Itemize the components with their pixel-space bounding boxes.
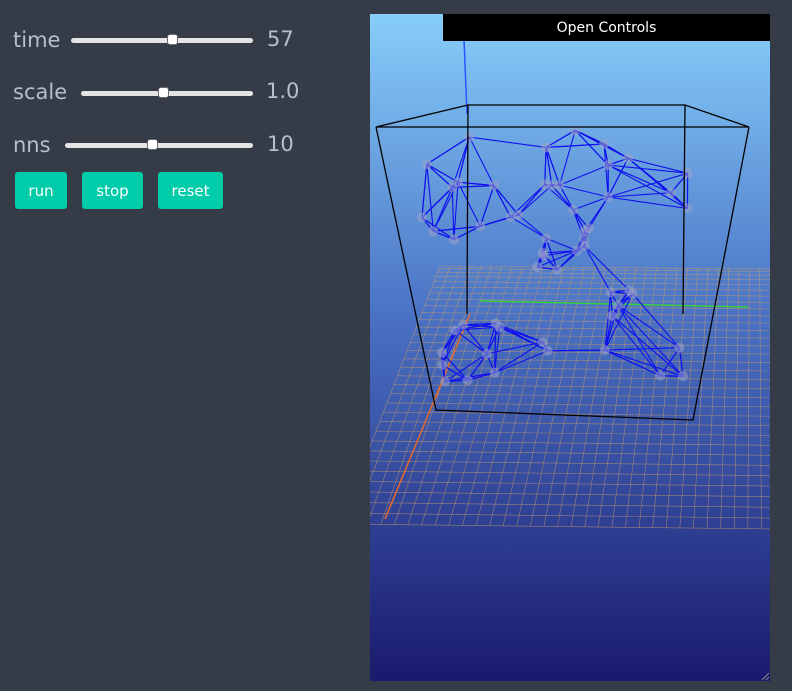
graph-node <box>546 180 557 191</box>
graph-node <box>624 285 635 296</box>
nns-slider[interactable] <box>65 139 253 150</box>
time-row: time <box>13 25 60 55</box>
resize-grip-icon[interactable] <box>760 671 770 681</box>
graph-node <box>505 211 516 222</box>
scale-row: scale <box>13 77 67 107</box>
reset-button[interactable]: reset <box>158 172 223 209</box>
graph-node <box>541 142 552 153</box>
graph-node <box>481 348 492 359</box>
graph-node <box>416 212 427 223</box>
control-panel: time 57 scale 1.0 nns 10 run stop reset <box>0 0 360 691</box>
graph-node <box>462 375 473 386</box>
open-controls-button[interactable]: Open Controls <box>443 14 770 41</box>
time-value: 57 <box>267 27 294 51</box>
graph-node <box>436 347 447 358</box>
graph-node <box>448 234 459 245</box>
graph-node <box>677 371 688 382</box>
scale-slider-handle[interactable] <box>157 87 169 98</box>
graph-node <box>437 359 448 370</box>
graph-node <box>579 240 590 251</box>
graph-node <box>655 370 666 381</box>
graph-node <box>489 367 500 378</box>
time-label: time <box>13 28 61 52</box>
graph-node <box>607 310 618 321</box>
graph-node <box>450 325 461 336</box>
graph-node <box>537 336 548 347</box>
graph-node <box>490 318 501 329</box>
graph-node <box>542 345 553 356</box>
graph-node <box>612 300 623 311</box>
graph-node <box>475 221 486 232</box>
graph-node <box>674 342 685 353</box>
graph-node <box>599 345 610 356</box>
stop-button[interactable]: stop <box>82 172 143 209</box>
run-button[interactable]: run <box>15 172 67 209</box>
graph-node <box>428 226 439 237</box>
nns-label: nns <box>13 133 51 157</box>
graph-node <box>599 138 610 149</box>
nns-row: nns <box>13 130 51 160</box>
graph-node <box>568 204 579 215</box>
scale-label: scale <box>13 80 68 104</box>
graph-node <box>532 262 543 273</box>
3d-viewport[interactable] <box>370 14 770 681</box>
graph-node <box>603 192 614 203</box>
graph-node <box>665 187 676 198</box>
graph-node <box>605 287 616 298</box>
graph-node <box>464 132 475 143</box>
graph-node <box>421 159 432 170</box>
nns-value: 10 <box>267 132 294 156</box>
graph-node <box>453 177 464 188</box>
graph-node <box>440 376 451 387</box>
graph-node <box>541 233 552 244</box>
nns-slider-handle[interactable] <box>147 139 159 150</box>
time-slider[interactable] <box>71 34 253 45</box>
graph-node <box>537 247 548 258</box>
graph-node <box>603 160 614 171</box>
graph-node <box>623 153 634 164</box>
graph-node <box>552 264 563 275</box>
time-slider-handle[interactable] <box>166 34 178 45</box>
graph-edge <box>547 349 605 352</box>
graph-node <box>488 180 499 191</box>
scale-value: 1.0 <box>266 79 300 103</box>
scale-slider[interactable] <box>81 87 253 98</box>
graph-node <box>583 223 594 234</box>
